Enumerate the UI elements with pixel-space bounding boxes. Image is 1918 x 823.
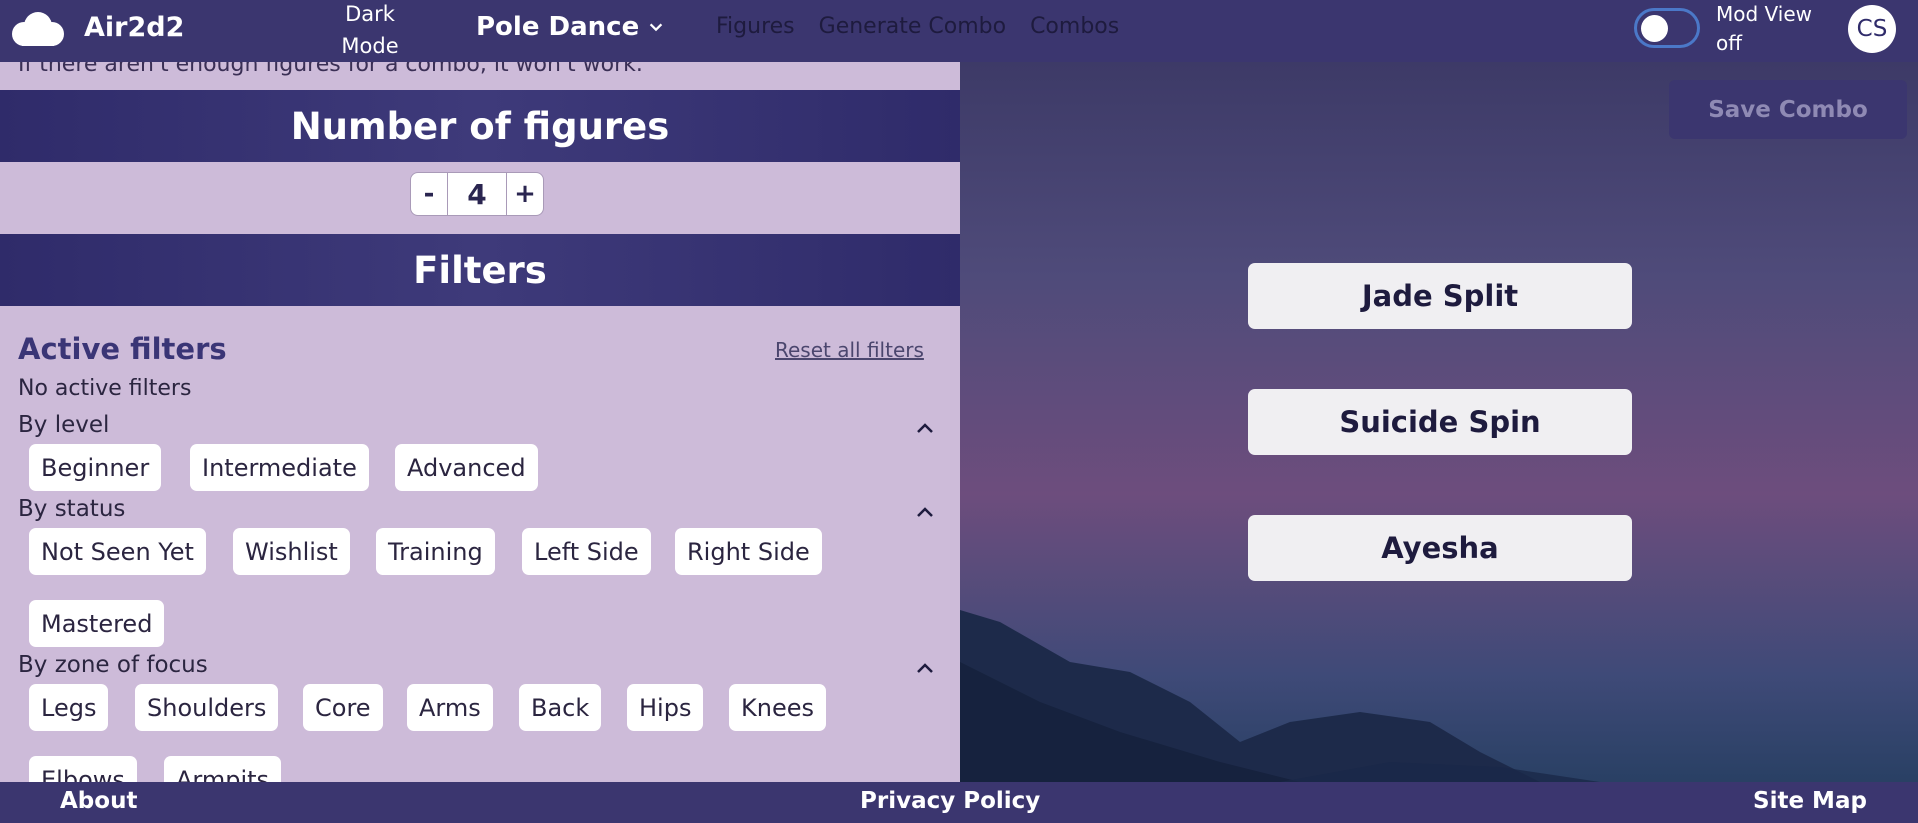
sport-selector-label: Pole Dance [476,12,640,42]
combo-settings-panel: If there aren't enough figures for a com… [0,62,960,782]
filter-chip-hips[interactable]: Hips [627,684,704,731]
filter-chip-arms[interactable]: Arms [407,684,493,731]
save-combo-button[interactable]: Save Combo [1669,80,1907,139]
filter-chip-right-side[interactable]: Right Side [675,528,822,575]
decrement-button[interactable]: - [411,173,447,215]
mod-view-label: Mod View off [1716,2,1813,55]
chevron-up-icon[interactable] [915,502,935,522]
filter-chip-back[interactable]: Back [519,684,602,731]
filter-chip-armpits[interactable]: Armpits [164,756,282,782]
chevron-down-icon [650,23,663,32]
footer: About Privacy Policy Site Map [0,782,1918,823]
mod-view-switch[interactable] [1634,8,1700,48]
switch-knob [1641,15,1668,42]
filter-chip-wishlist[interactable]: Wishlist [233,528,350,575]
combo-hint-text: If there aren't enough figures for a com… [18,62,643,77]
filter-chip-not-seen-yet[interactable]: Not Seen Yet [29,528,206,575]
figures-count-stepper: - 4 + [410,172,544,216]
cloud-logo-icon[interactable] [6,10,70,50]
nav-combos[interactable]: Combos [1030,14,1119,39]
sport-selector[interactable]: Pole Dance [476,12,665,42]
chevron-up-icon[interactable] [915,658,935,678]
filter-group-status-label: By status [18,496,126,522]
figures-count-value[interactable]: 4 [447,173,507,215]
filter-chip-knees[interactable]: Knees [729,684,826,731]
combo-figure-card[interactable]: Jade Split [1248,263,1632,329]
chevron-up-icon[interactable] [915,418,935,438]
filter-chip-intermediate[interactable]: Intermediate [190,444,369,491]
combo-figure-card[interactable]: Ayesha [1248,515,1632,581]
no-active-filters-text: No active filters [18,376,192,401]
filter-chip-shoulders[interactable]: Shoulders [135,684,279,731]
footer-privacy-link[interactable]: Privacy Policy [860,788,1040,814]
filter-chip-left-side[interactable]: Left Side [522,528,651,575]
combo-figure-card[interactable]: Suicide Spin [1248,389,1632,455]
filter-group-zone-label: By zone of focus [18,652,208,678]
filter-chip-mastered[interactable]: Mastered [29,600,165,647]
top-navbar: Air2d2 Dark Mode Pole Dance Figures Gene… [0,0,1918,62]
filter-chip-elbows[interactable]: Elbows [29,756,137,782]
active-filters-title: Active filters [18,332,227,366]
filter-chip-beginner[interactable]: Beginner [29,444,162,491]
nav-figures[interactable]: Figures [716,14,795,39]
dark-mode-toggle[interactable]: Dark Mode [328,0,412,62]
nav-generate-combo[interactable]: Generate Combo [819,14,1006,39]
brand-name[interactable]: Air2d2 [84,12,184,43]
footer-sitemap-link[interactable]: Site Map [1753,788,1867,814]
filter-chip-legs[interactable]: Legs [29,684,109,731]
increment-button[interactable]: + [507,173,543,215]
user-avatar[interactable]: CS [1848,5,1896,53]
filters-header: Filters [0,234,960,306]
filter-chip-core[interactable]: Core [303,684,383,731]
number-of-figures-header: Number of figures [0,90,960,162]
main-nav: Figures Generate Combo Combos [716,14,1119,39]
reset-filters-link[interactable]: Reset all filters [775,338,924,362]
filter-chip-training[interactable]: Training [376,528,495,575]
filter-chip-advanced[interactable]: Advanced [395,444,538,491]
footer-about-link[interactable]: About [60,788,137,814]
filter-group-level-label: By level [18,412,110,438]
